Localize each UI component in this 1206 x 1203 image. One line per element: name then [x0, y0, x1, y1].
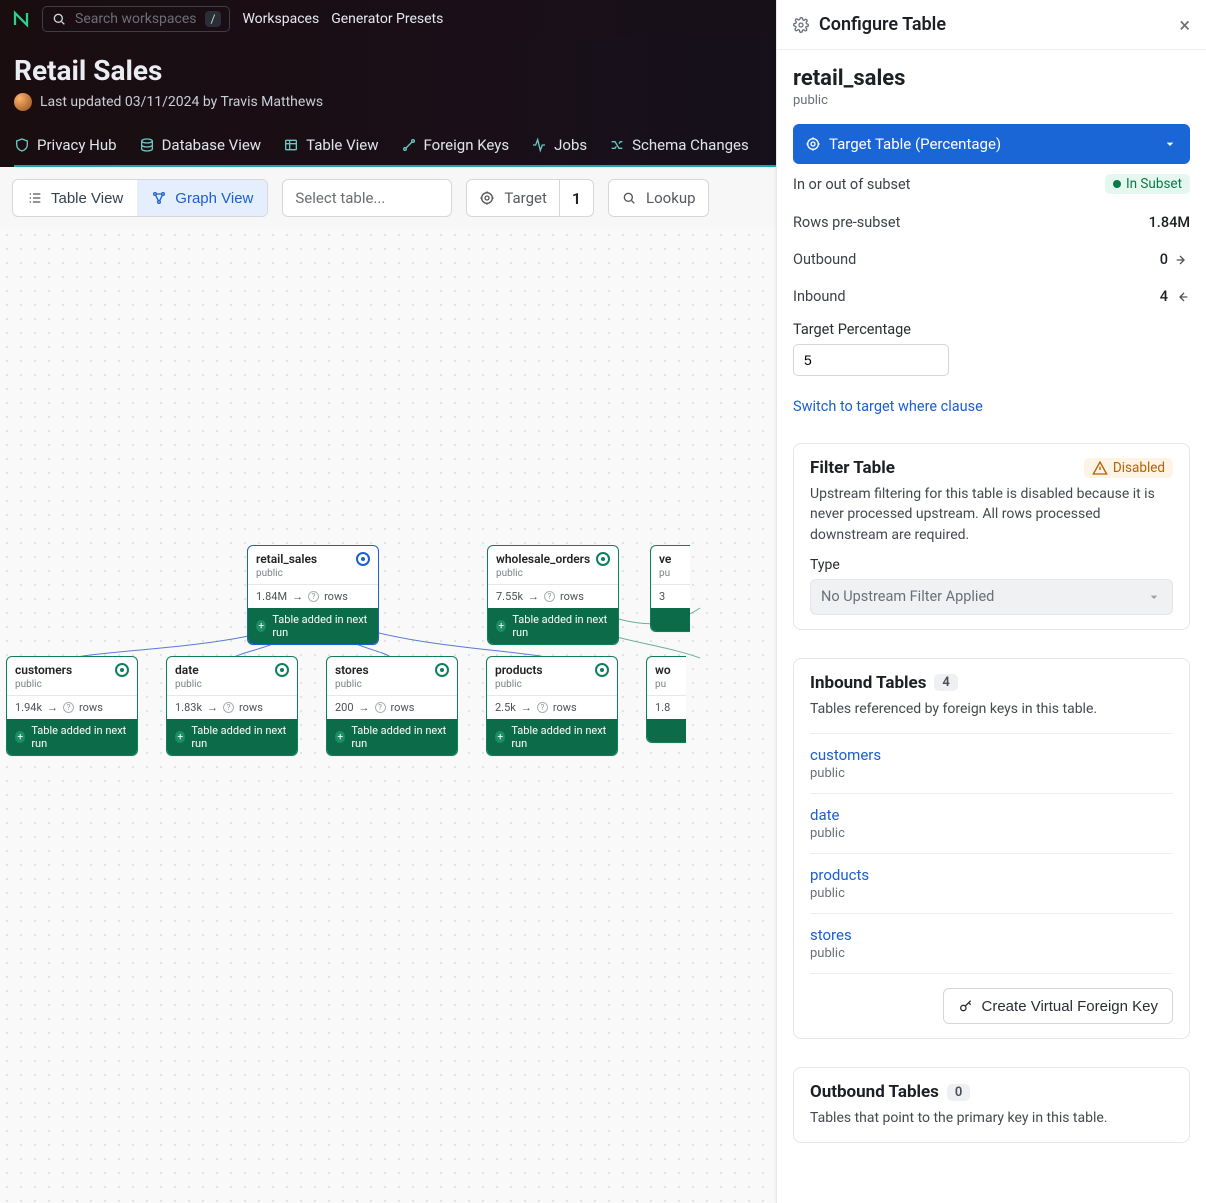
key-icon [958, 998, 974, 1014]
view-toggle: Table View Graph View [12, 179, 268, 217]
nav-workspaces[interactable]: Workspaces [242, 11, 319, 27]
create-virtual-fk-button[interactable]: Create Virtual Foreign Key [943, 988, 1173, 1024]
inbound-arrow-icon[interactable] [1174, 289, 1190, 305]
plus-icon: + [335, 731, 345, 743]
search-workspaces-input[interactable]: Search workspaces / [42, 6, 230, 32]
inbound-item-stores[interactable]: stores public [810, 914, 1173, 974]
inbound-tables-card: Inbound Tables 4 Tables referenced by fo… [793, 658, 1190, 1039]
lookup-button[interactable]: Lookup [608, 179, 708, 217]
graph-node-stores[interactable]: stores public 200→?rows +Table added in … [326, 656, 458, 756]
target-icon [435, 663, 449, 677]
outbound-title: Outbound Tables [810, 1082, 939, 1102]
activity-icon [531, 137, 547, 153]
plus-icon: + [495, 731, 505, 743]
tab-privacy-hub[interactable]: Privacy Hub [14, 136, 117, 154]
target-icon [275, 663, 289, 677]
inbound-label: Inbound [793, 288, 846, 305]
inbound-count-badge: 4 [934, 674, 957, 691]
schema-label: public [793, 93, 1190, 108]
chevron-down-icon [1162, 136, 1178, 152]
target-percentage-label: Target Percentage [793, 321, 1190, 338]
outbound-count-badge: 0 [947, 1084, 970, 1101]
chevron-down-icon [1146, 589, 1162, 605]
avatar [14, 93, 32, 111]
disabled-badge: Disabled [1084, 458, 1173, 478]
target-table-dropdown[interactable]: Target Table (Percentage) [793, 124, 1190, 164]
tab-table-view[interactable]: Table View [283, 136, 378, 154]
inbound-item-date[interactable]: date public [810, 794, 1173, 854]
rows-pre-subset-label: Rows pre-subset [793, 214, 900, 231]
filter-type-label: Type [810, 557, 1173, 573]
target-percentage-input[interactable] [793, 344, 949, 376]
graph-node-retail-sales[interactable]: retail_sales public 1.84M→?rows +Table a… [247, 545, 379, 645]
plus-icon: + [175, 731, 185, 743]
inbound-description: Tables referenced by foreign keys in thi… [810, 699, 1173, 719]
list-icon [27, 190, 43, 206]
rows-pre-subset-value: 1.84M [1149, 214, 1190, 231]
inbound-value: 4 [1160, 288, 1168, 305]
graph-node-products[interactable]: products public 2.5k→?rows +Table added … [486, 656, 618, 756]
target-icon [479, 190, 495, 206]
graph-node-date[interactable]: date public 1.83k→?rows +Table added in … [166, 656, 298, 756]
tab-database-view[interactable]: Database View [139, 136, 262, 154]
table-icon [283, 137, 299, 153]
table-name-heading: retail_sales [793, 66, 1190, 91]
panel-title: Configure Table [819, 14, 1169, 35]
target-icon [805, 136, 821, 152]
target-icon [356, 552, 370, 566]
target-count: 1 [559, 180, 593, 216]
warning-icon [1092, 460, 1108, 476]
graph-node-clipped-bottom[interactable]: wo pu 1.8 [646, 656, 686, 743]
filter-type-select[interactable]: No Upstream Filter Applied [810, 579, 1173, 615]
inbound-item-products[interactable]: products public [810, 854, 1173, 914]
nav-generator-presets[interactable]: Generator Presets [331, 11, 443, 27]
switch-where-clause-link[interactable]: Switch to target where clause [793, 398, 1190, 415]
shuffle-icon [609, 137, 625, 153]
gear-icon [793, 17, 809, 33]
outbound-label: Outbound [793, 251, 856, 268]
inbound-title: Inbound Tables [810, 673, 926, 693]
target-icon [596, 552, 610, 566]
brand-logo-icon [12, 10, 30, 28]
close-icon[interactable]: × [1179, 15, 1190, 35]
plus-icon: + [15, 731, 25, 743]
outbound-tables-card: Outbound Tables 0 Tables that point to t… [793, 1067, 1190, 1143]
plus-icon: + [256, 620, 266, 632]
select-table-dropdown[interactable]: Select table... [282, 179, 452, 217]
graph-node-clipped-top[interactable]: ve pu 3 [650, 545, 690, 632]
search-icon [621, 190, 637, 206]
graph-view-button[interactable]: Graph View [137, 180, 267, 216]
database-icon [139, 137, 155, 153]
search-icon [51, 11, 67, 27]
table-view-button[interactable]: Table View [13, 180, 137, 216]
outbound-description: Tables that point to the primary key in … [810, 1108, 1173, 1128]
outbound-arrow-icon[interactable] [1174, 252, 1190, 268]
subset-label: In or out of subset [793, 176, 910, 193]
graph-icon [151, 190, 167, 206]
plus-icon: + [496, 620, 506, 632]
inbound-item-customers[interactable]: customers public [810, 733, 1173, 794]
foreign-key-icon [401, 137, 417, 153]
outbound-value: 0 [1160, 251, 1168, 268]
configure-table-panel: Configure Table × retail_sales public Ta… [776, 0, 1206, 1203]
search-placeholder: Search workspaces [75, 11, 197, 27]
in-subset-badge: In Subset [1105, 174, 1190, 194]
filter-title: Filter Table [810, 458, 895, 478]
shield-icon [14, 137, 30, 153]
tab-schema-changes[interactable]: Schema Changes [609, 136, 749, 154]
graph-node-customers[interactable]: customers public 1.94k→?rows +Table adde… [6, 656, 138, 756]
target-icon [115, 663, 129, 677]
filter-description: Upstream filtering for this table is dis… [810, 484, 1173, 545]
target-icon [595, 663, 609, 677]
last-updated-meta: Last updated 03/11/2024 by Travis Matthe… [40, 94, 323, 110]
tab-foreign-keys[interactable]: Foreign Keys [401, 136, 510, 154]
target-indicator[interactable]: Target 1 [466, 179, 594, 217]
filter-table-card: Filter Table Disabled Upstream filtering… [793, 443, 1190, 630]
keyboard-shortcut-badge: / [205, 11, 222, 27]
graph-node-wholesale-orders[interactable]: wholesale_orders public 7.55k→?rows +Tab… [487, 545, 619, 645]
tab-jobs[interactable]: Jobs [531, 136, 587, 154]
